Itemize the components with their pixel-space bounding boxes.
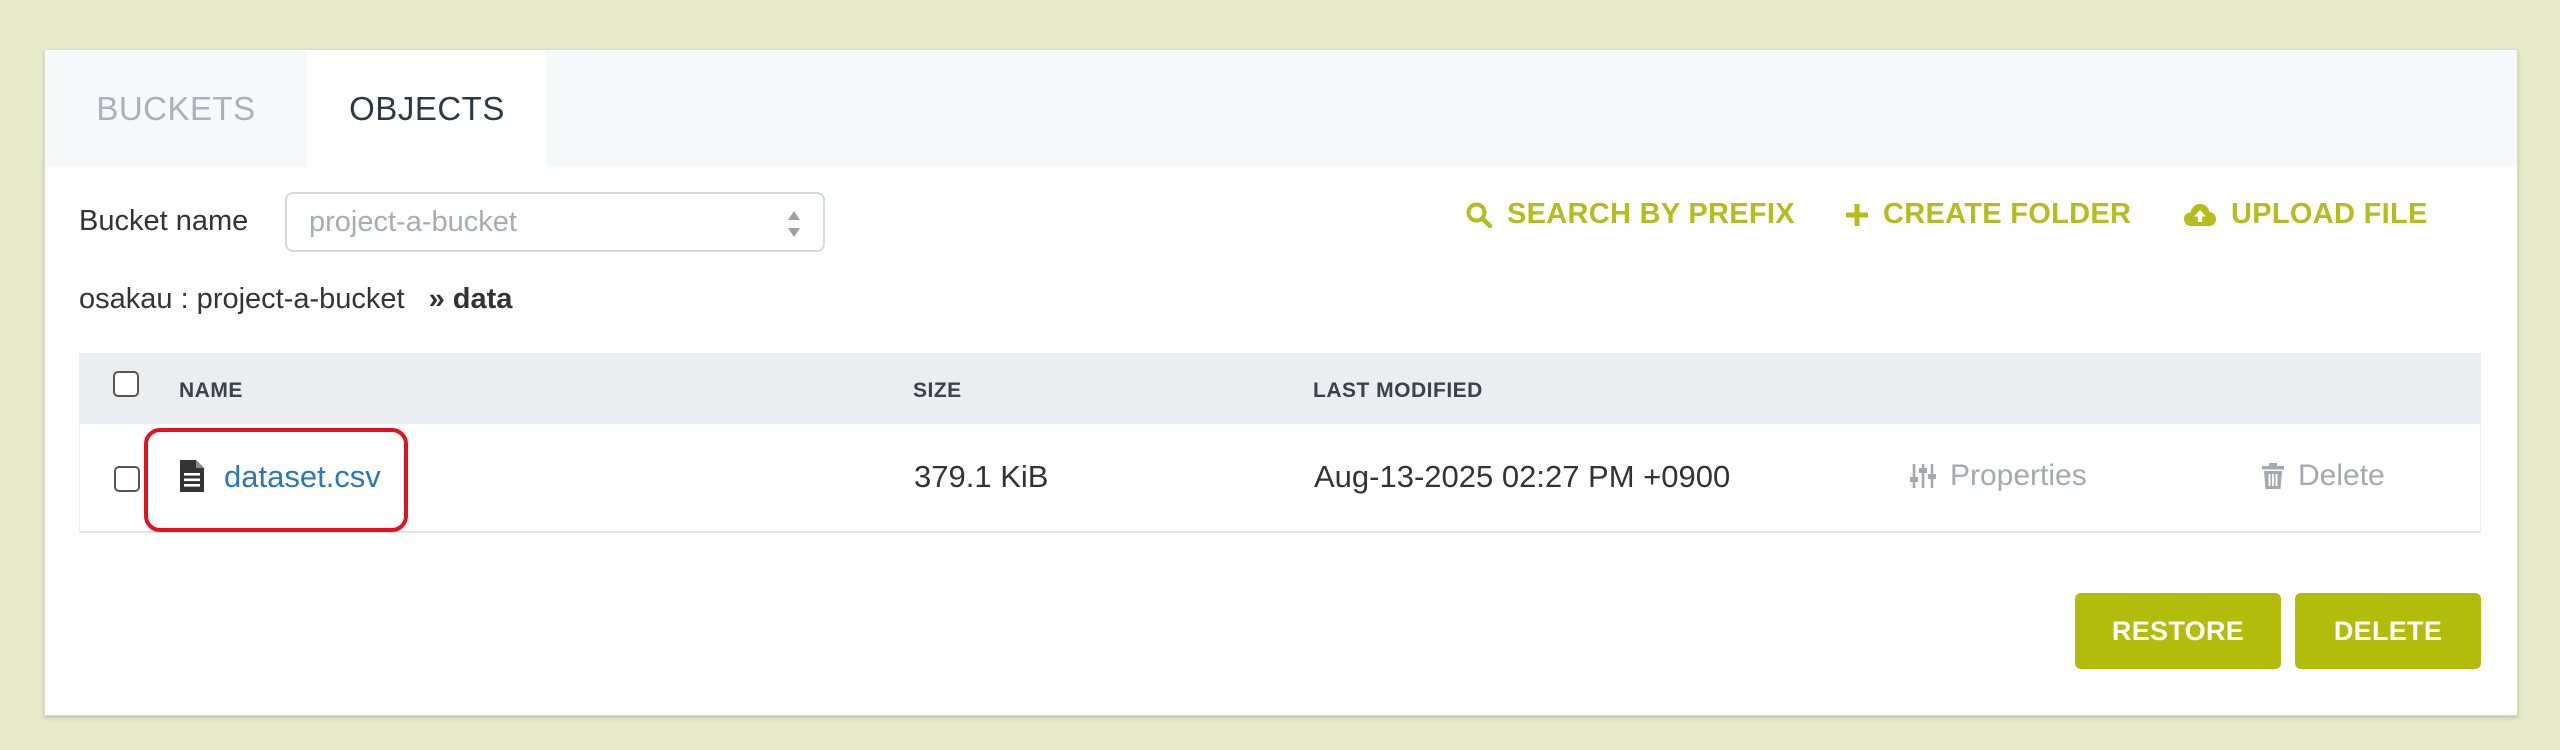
file-name-link[interactable]: dataset.csv: [224, 459, 381, 495]
table-header: NAME SIZE LAST MODIFIED: [79, 353, 2481, 424]
delete-button[interactable]: DELETE: [2295, 593, 2481, 669]
file-last-modified: Aug-13-2025 02:27 PM +0900: [1314, 459, 1731, 494]
select-all-checkbox[interactable]: [113, 371, 139, 397]
sliders-icon: [1910, 464, 1936, 488]
plus-icon: [1846, 203, 1868, 226]
tab-objects[interactable]: OBJECTS: [307, 50, 547, 167]
upload-file-button[interactable]: UPLOAD FILE: [2183, 198, 2428, 231]
column-header-name[interactable]: NAME: [179, 379, 243, 403]
breadcrumb-root[interactable]: osakau : project-a-bucket: [79, 283, 405, 315]
properties-label: Properties: [1950, 459, 2087, 492]
search-icon: [1466, 202, 1493, 228]
breadcrumb-separator: »: [428, 283, 445, 315]
row-delete-button[interactable]: Delete: [2262, 459, 2385, 493]
bucket-select-placeholder: project-a-bucket: [309, 205, 517, 238]
bucket-select[interactable]: project-a-bucket: [285, 192, 825, 252]
file-size: 379.1 KiB: [914, 459, 1049, 494]
trash-icon: [2262, 463, 2284, 489]
upload-file-label: UPLOAD FILE: [2231, 198, 2428, 230]
column-header-size[interactable]: SIZE: [913, 379, 962, 403]
search-by-prefix-label: SEARCH BY PREFIX: [1507, 198, 1795, 230]
create-folder-button[interactable]: CREATE FOLDER: [1845, 198, 2131, 231]
objects-table: NAME SIZE LAST MODIFIED dataset.csv 379.…: [79, 353, 2481, 533]
tab-bar: BUCKETS OBJECTS: [45, 50, 2517, 167]
document-icon: [180, 460, 204, 492]
row-checkbox[interactable]: [114, 466, 140, 492]
properties-button[interactable]: Properties: [1910, 459, 2087, 493]
search-by-prefix-button[interactable]: SEARCH BY PREFIX: [1465, 198, 1795, 231]
tab-buckets[interactable]: BUCKETS: [45, 50, 307, 167]
restore-button[interactable]: RESTORE: [2075, 593, 2281, 669]
row-delete-label: Delete: [2298, 459, 2385, 492]
up-down-arrows-icon: [788, 211, 800, 237]
cloud-upload-icon: [2184, 203, 2216, 226]
table-row: dataset.csv 379.1 KiB Aug-13-2025 02:27 …: [79, 424, 2481, 533]
breadcrumb: osakau : project-a-bucket » data: [79, 283, 512, 316]
create-folder-label: CREATE FOLDER: [1883, 198, 2132, 230]
column-header-last-modified[interactable]: LAST MODIFIED: [1313, 379, 1483, 403]
breadcrumb-current: data: [452, 283, 513, 315]
bucket-name-label: Bucket name: [79, 205, 249, 237]
object-browser-panel: BUCKETS OBJECTS Bucket name project-a-bu…: [44, 49, 2518, 716]
